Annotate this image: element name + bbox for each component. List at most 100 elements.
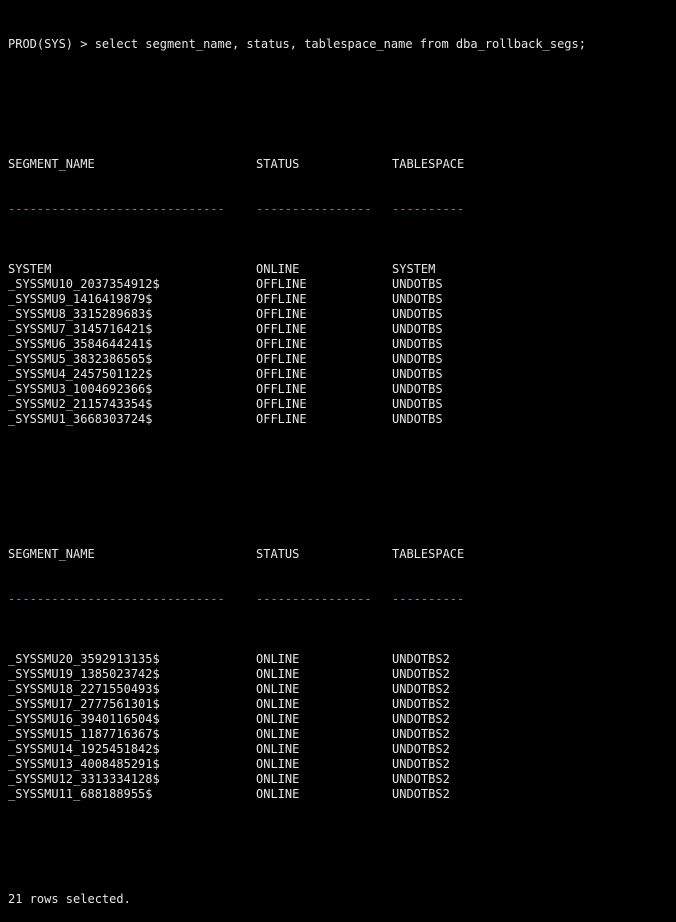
cell-status: ONLINE bbox=[256, 667, 300, 681]
cell-status: ONLINE bbox=[256, 742, 300, 756]
cell-status: ONLINE bbox=[256, 652, 300, 666]
result-row: _SYSSMU2_2115743354$ OFFLINE UNDOTBS bbox=[8, 397, 676, 412]
command-line: PROD(SYS) > select segment_name, status,… bbox=[8, 37, 586, 51]
header-status: STATUS bbox=[256, 157, 300, 171]
cell-segment-name: _SYSSMU3_1004692366$ bbox=[8, 382, 153, 396]
cell-status: ONLINE bbox=[256, 787, 300, 801]
cell-status: OFFLINE bbox=[256, 412, 307, 426]
cell-tablespace: UNDOTBS2 bbox=[392, 727, 450, 741]
header-status: STATUS bbox=[256, 547, 300, 561]
cell-tablespace: UNDOTBS bbox=[392, 337, 443, 351]
cell-status: OFFLINE bbox=[256, 292, 307, 306]
separator-segment-name: ------------------------------ bbox=[8, 202, 225, 216]
cell-tablespace: UNDOTBS bbox=[392, 382, 443, 396]
cell-status: ONLINE bbox=[256, 697, 300, 711]
separator-row: ------------------------------ ---------… bbox=[8, 202, 676, 217]
cell-segment-name: _SYSSMU9_1416419879$ bbox=[8, 292, 153, 306]
result-row: _SYSSMU5_3832386565$ OFFLINE UNDOTBS bbox=[8, 352, 676, 367]
cell-tablespace: UNDOTBS bbox=[392, 322, 443, 336]
result-row: _SYSSMU12_3313334128$ ONLINE UNDOTBS2 bbox=[8, 772, 676, 787]
cell-tablespace: UNDOTBS2 bbox=[392, 757, 450, 771]
cell-status: OFFLINE bbox=[256, 307, 307, 321]
cell-segment-name: _SYSSMU4_2457501122$ bbox=[8, 367, 153, 381]
cell-tablespace: UNDOTBS2 bbox=[392, 787, 450, 801]
cell-tablespace: UNDOTBS2 bbox=[392, 772, 450, 786]
separator-tablespace: ---------- bbox=[392, 202, 465, 216]
cell-status: OFFLINE bbox=[256, 352, 307, 366]
header-tablespace: TABLESPACE bbox=[392, 547, 465, 561]
cell-tablespace: UNDOTBS bbox=[392, 397, 443, 411]
cell-tablespace: UNDOTBS bbox=[392, 352, 443, 366]
cell-status: OFFLINE bbox=[256, 382, 307, 396]
cell-status: OFFLINE bbox=[256, 397, 307, 411]
cell-segment-name: _SYSSMU10_2037354912$ bbox=[8, 277, 160, 291]
result-header-row: SEGMENT_NAME STATUS TABLESPACE bbox=[8, 157, 676, 172]
separator-segment-name: ------------------------------ bbox=[8, 592, 225, 606]
cell-segment-name: SYSTEM bbox=[8, 262, 52, 276]
result-row: _SYSSMU13_4008485291$ ONLINE UNDOTBS2 bbox=[8, 757, 676, 772]
cell-segment-name: _SYSSMU5_3832386565$ bbox=[8, 352, 153, 366]
cell-segment-name: _SYSSMU20_3592913135$ bbox=[8, 652, 160, 666]
cell-segment-name: _SYSSMU15_1187716367$ bbox=[8, 727, 160, 741]
cell-segment-name: _SYSSMU19_1385023742$ bbox=[8, 667, 160, 681]
cell-status: OFFLINE bbox=[256, 277, 307, 291]
cell-tablespace: UNDOTBS2 bbox=[392, 682, 450, 696]
cell-status: ONLINE bbox=[256, 772, 300, 786]
cell-segment-name: _SYSSMU8_3315289683$ bbox=[8, 307, 153, 321]
result-row: _SYSSMU11_688188955$ ONLINE UNDOTBS2 bbox=[8, 787, 676, 802]
cell-tablespace: UNDOTBS bbox=[392, 307, 443, 321]
cell-tablespace: UNDOTBS2 bbox=[392, 667, 450, 681]
result-row: _SYSSMU16_3940116504$ ONLINE UNDOTBS2 bbox=[8, 712, 676, 727]
result-row: SYSTEM ONLINE SYSTEM bbox=[8, 262, 676, 277]
result-row: _SYSSMU20_3592913135$ ONLINE UNDOTBS2 bbox=[8, 652, 676, 667]
cell-segment-name: _SYSSMU6_3584644241$ bbox=[8, 337, 153, 351]
result-row: _SYSSMU6_3584644241$ OFFLINE UNDOTBS bbox=[8, 337, 676, 352]
result-row: _SYSSMU18_2271550493$ ONLINE UNDOTBS2 bbox=[8, 682, 676, 697]
cell-tablespace: UNDOTBS2 bbox=[392, 652, 450, 666]
cell-status: ONLINE bbox=[256, 712, 300, 726]
terminal-window[interactable]: PROD(SYS) > select segment_name, status,… bbox=[0, 0, 676, 906]
result-row: _SYSSMU15_1187716367$ ONLINE UNDOTBS2 bbox=[8, 727, 676, 742]
result-row: _SYSSMU4_2457501122$ OFFLINE UNDOTBS bbox=[8, 367, 676, 382]
cell-tablespace: UNDOTBS bbox=[392, 277, 443, 291]
separator-row: ------------------------------ ---------… bbox=[8, 592, 676, 607]
result-group-1: SYSTEM ONLINE SYSTEM _SYSSMU10_2037354912$ O… bbox=[8, 262, 676, 427]
result-row: _SYSSMU19_1385023742$ ONLINE UNDOTBS2 bbox=[8, 667, 676, 682]
result-header-row: SEGMENT_NAME STATUS TABLESPACE bbox=[8, 547, 676, 562]
cell-status: ONLINE bbox=[256, 682, 300, 696]
cell-tablespace: UNDOTBS bbox=[392, 292, 443, 306]
result-row: _SYSSMU17_2777561301$ ONLINE UNDOTBS2 bbox=[8, 697, 676, 712]
result-row: _SYSSMU3_1004692366$ OFFLINE UNDOTBS bbox=[8, 382, 676, 397]
cell-status: OFFLINE bbox=[256, 322, 307, 336]
result-row: _SYSSMU7_3145716421$ OFFLINE UNDOTBS bbox=[8, 322, 676, 337]
result-group-2: _SYSSMU20_3592913135$ ONLINE UNDOTBS2 _SYSS… bbox=[8, 652, 676, 802]
cell-segment-name: _SYSSMU16_3940116504$ bbox=[8, 712, 160, 726]
cell-status: ONLINE bbox=[256, 757, 300, 771]
cell-status: OFFLINE bbox=[256, 367, 307, 381]
cell-segment-name: _SYSSMU7_3145716421$ bbox=[8, 322, 153, 336]
cell-tablespace: UNDOTBS2 bbox=[392, 742, 450, 756]
result-row: _SYSSMU9_1416419879$ OFFLINE UNDOTBS bbox=[8, 292, 676, 307]
header-segment-name: SEGMENT_NAME bbox=[8, 547, 95, 561]
header-segment-name: SEGMENT_NAME bbox=[8, 157, 95, 171]
result-row: _SYSSMU1_3668303724$ OFFLINE UNDOTBS bbox=[8, 412, 676, 427]
rows-selected-footer: 21 rows selected. bbox=[8, 892, 131, 906]
cell-tablespace: UNDOTBS2 bbox=[392, 697, 450, 711]
header-tablespace: TABLESPACE bbox=[392, 157, 465, 171]
cell-segment-name: _SYSSMU13_4008485291$ bbox=[8, 757, 160, 771]
result-row: _SYSSMU14_1925451842$ ONLINE UNDOTBS2 bbox=[8, 742, 676, 757]
cell-segment-name: _SYSSMU2_2115743354$ bbox=[8, 397, 153, 411]
cell-segment-name: _SYSSMU11_688188955$ bbox=[8, 787, 153, 801]
cell-tablespace: UNDOTBS bbox=[392, 412, 443, 426]
cell-tablespace: SYSTEM bbox=[392, 262, 436, 276]
cell-segment-name: _SYSSMU18_2271550493$ bbox=[8, 682, 160, 696]
result-row: _SYSSMU10_2037354912$ OFFLINE UNDOTBS bbox=[8, 277, 676, 292]
cell-segment-name: _SYSSMU12_3313334128$ bbox=[8, 772, 160, 786]
cell-status: OFFLINE bbox=[256, 337, 307, 351]
cell-status: ONLINE bbox=[256, 727, 300, 741]
cell-segment-name: _SYSSMU14_1925451842$ bbox=[8, 742, 160, 756]
separator-status: ---------------- bbox=[256, 592, 372, 606]
